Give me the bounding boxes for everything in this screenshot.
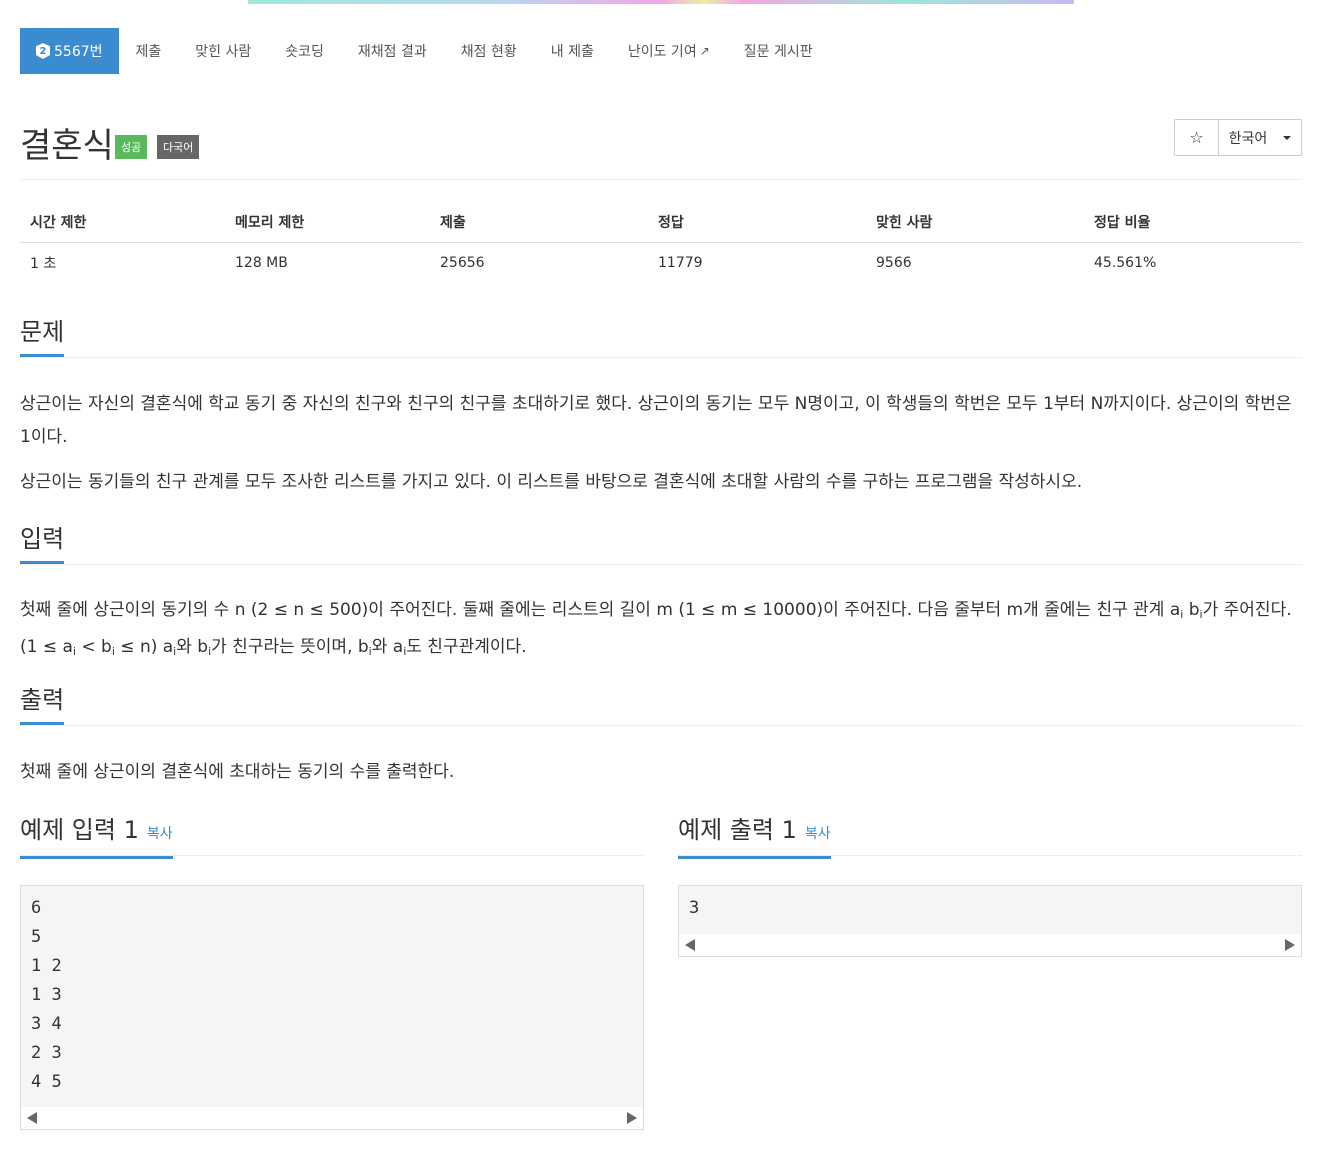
tab-submit[interactable]: 제출: [119, 28, 179, 74]
input-text-7: 가 친구라는 뜻이며, b: [211, 637, 369, 657]
page-title: 결혼식: [20, 126, 114, 166]
problem-heading: 문제: [20, 318, 65, 357]
header-submissions: 제출: [430, 202, 648, 243]
sample-output-heading: 예제 출력 1 복사: [678, 816, 831, 859]
input-section-header: 입력: [20, 525, 1302, 565]
scroll-left-icon[interactable]: [27, 1112, 37, 1124]
input-text-6: 와 b: [176, 637, 209, 657]
sample-input-heading: 예제 입력 1 복사: [20, 816, 173, 859]
input-heading: 입력: [20, 525, 65, 564]
language-dropdown[interactable]: 한국어: [1219, 120, 1301, 155]
header-memory-limit: 메모리 제한: [225, 202, 430, 243]
tab-problem[interactable]: 2 5567번: [20, 28, 119, 74]
language-label: 한국어: [1228, 130, 1268, 147]
scroll-right-icon[interactable]: [1285, 939, 1295, 951]
top-banner: [248, 0, 1074, 4]
problem-description-1: 상근이는 자신의 결혼식에 학교 동기 중 자신의 친구와 친구의 친구를 초대…: [20, 394, 1292, 447]
tab-difficulty-contribution[interactable]: 난이도 기여 ↗: [611, 28, 727, 74]
copy-sample-output-link[interactable]: 복사: [805, 826, 831, 842]
input-description: 첫째 줄에 상근이의 동기의 수 n (2 ≤ n ≤ 500)이 주어진다. …: [20, 594, 1302, 668]
tab-question-board[interactable]: 질문 게시판: [727, 28, 830, 74]
header-time-limit: 시간 제한: [20, 202, 225, 243]
external-link-icon: ↗: [699, 44, 710, 58]
time-limit-value: 1 초: [30, 256, 57, 272]
sample-input-line: 2 3: [31, 1043, 62, 1063]
multilingual-badge: 다국어: [157, 135, 200, 159]
copy-sample-input-link[interactable]: 복사: [147, 826, 173, 842]
output-section-header: 출력: [20, 686, 1302, 726]
sample-output-line: 3: [689, 898, 700, 918]
problem-section-header: 문제: [20, 318, 1302, 358]
accepted-value: 11779: [658, 255, 703, 271]
title-row: 결혼식 성공 다국어 ☆ 한국어: [20, 110, 1302, 180]
problem-info-table: 시간 제한 메모리 제한 제출 정답 맞힌 사람 정답 비율 1 초 128 M…: [20, 202, 1302, 283]
scroll-left-icon[interactable]: [685, 939, 695, 951]
tab-rejudge[interactable]: 재채점 결과: [341, 28, 444, 74]
input-text-8: 와 a: [371, 637, 404, 657]
difficulty-label: 난이도 기여: [627, 44, 697, 60]
tab-solved-users[interactable]: 맞힌 사람: [178, 28, 268, 74]
star-icon: ☆: [1189, 128, 1204, 147]
header-accepted: 정답: [648, 202, 866, 243]
sample-output-header: 예제 출력 1 복사: [678, 816, 1302, 859]
table-header-row: 시간 제한 메모리 제한 제출 정답 맞힌 사람 정답 비율: [20, 202, 1302, 243]
memory-limit-value: 128 MB: [235, 255, 288, 271]
title-actions: ☆ 한국어: [1174, 119, 1302, 156]
horizontal-scrollbar[interactable]: [21, 1107, 643, 1129]
sample-input-line: 6: [31, 898, 42, 918]
accept-ratio-value: 45.561%: [1094, 255, 1157, 271]
header-solved-users: 맞힌 사람: [866, 202, 1084, 243]
sample-input-line: 3 4: [31, 1014, 62, 1034]
tab-my-submissions[interactable]: 내 제출: [534, 28, 611, 74]
input-text-9: 도 친구관계이다.: [406, 637, 527, 657]
input-text-1: 첫째 줄에 상근이의 동기의 수 n (2 ≤ n ≤ 500)이 주어진다. …: [20, 600, 1181, 620]
sample-input-line: 1 3: [31, 985, 62, 1005]
star-button[interactable]: ☆: [1175, 120, 1219, 155]
tab-status[interactable]: 채점 현황: [444, 28, 534, 74]
sample-input-title: 예제 입력 1: [20, 816, 139, 844]
header-accept-ratio: 정답 비율: [1084, 202, 1302, 243]
problem-nav: 2 5567번 제출 맞힌 사람 숏코딩 재채점 결과 채점 현황 내 제출 난…: [20, 28, 830, 74]
level-badge-icon: 2: [36, 43, 50, 59]
tab-short-coding[interactable]: 숏코딩: [268, 28, 341, 74]
problem-description-2: 상근이는 동기들의 친구 관계를 모두 조사한 리스트를 가지고 있다. 이 리…: [20, 472, 1083, 492]
solved-users-value: 9566: [876, 255, 912, 271]
submissions-value: 25656: [440, 255, 485, 271]
success-badge: 성공: [115, 135, 148, 159]
output-heading: 출력: [20, 686, 65, 725]
scroll-right-icon[interactable]: [627, 1112, 637, 1124]
sample-output-title: 예제 출력 1: [678, 816, 797, 844]
problem-number: 5567번: [54, 44, 103, 60]
horizontal-scrollbar[interactable]: [679, 934, 1301, 956]
input-text-2: b: [1183, 600, 1200, 620]
input-text-4: < b: [75, 637, 112, 657]
input-text-5: ≤ n) a: [114, 637, 174, 657]
sample-output-box: 3: [678, 885, 1302, 957]
sample-input-line: 1 2: [31, 956, 62, 976]
sample-input-line: 4 5: [31, 1072, 62, 1092]
caret-down-icon: [1283, 135, 1292, 140]
output-description: 첫째 줄에 상근이의 결혼식에 초대하는 동기의 수를 출력한다.: [20, 762, 455, 782]
sample-input-box: 6 5 1 2 1 3 3 4 2 3 4 5: [20, 885, 644, 1130]
table-row: 1 초 128 MB 25656 11779 9566 45.561%: [20, 243, 1302, 284]
sample-input-header: 예제 입력 1 복사: [20, 816, 644, 859]
sample-input-line: 5: [31, 927, 42, 947]
